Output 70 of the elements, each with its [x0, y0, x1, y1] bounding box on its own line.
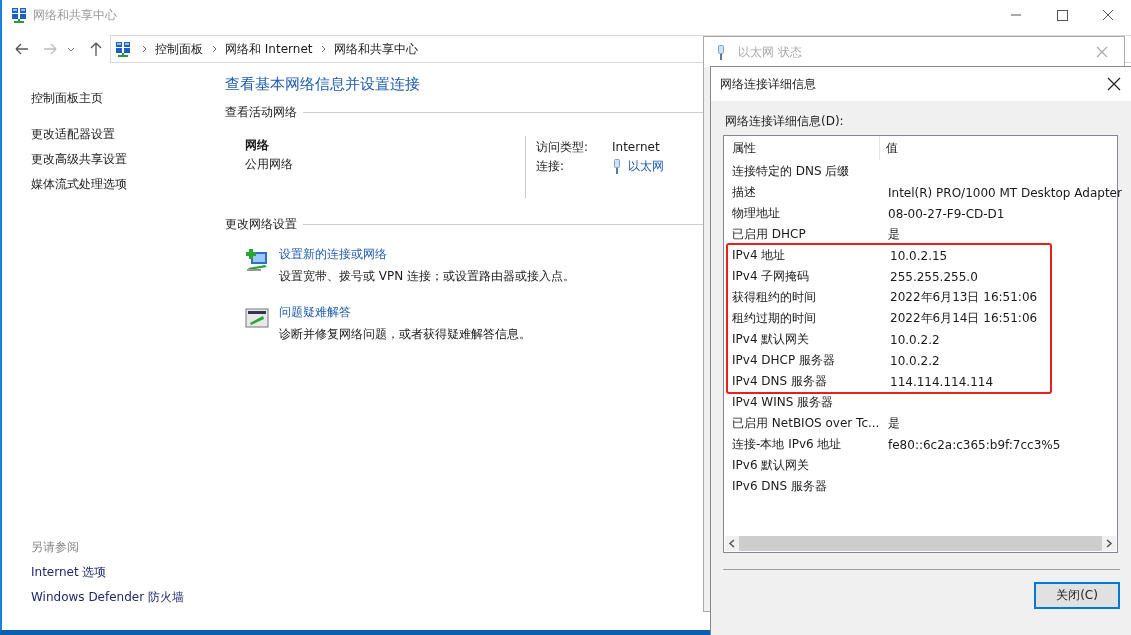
value-cell: 08-00-27-F9-CD-D1	[888, 206, 1005, 221]
property-cell-text: 租约过期的时间	[731, 310, 817, 327]
see-also-link[interactable]: Internet 选项	[31, 560, 225, 585]
property-cell-text: IPv4 地址	[731, 247, 787, 264]
horizontal-scrollbar[interactable]	[725, 536, 1116, 551]
breadcrumb-item[interactable]: 控制面板	[155, 40, 203, 58]
property-cell-text: IPv4 DNS 服务器	[731, 373, 828, 390]
value-cell: 是	[888, 415, 900, 432]
value-cell: 是	[888, 226, 900, 243]
value-cell: 10.0.2.2	[890, 353, 940, 368]
page-heading: 查看基本网络信息并设置连接	[225, 75, 420, 94]
column-header[interactable]: 值	[880, 139, 898, 157]
window-title: 网络和共享中心	[33, 6, 117, 24]
property-cell-text: 连接特定的 DNS 后缀	[731, 163, 851, 180]
breadcrumb-item[interactable]: 网络和共享中心	[334, 40, 419, 58]
property-cell-text: IPv6 默认网关	[731, 457, 811, 474]
close-button[interactable]: 关闭(C)	[1034, 582, 1120, 609]
list-label: 网络连接详细信息(D):	[725, 113, 845, 130]
connection-link[interactable]: 以太网	[628, 157, 664, 176]
sidebar-link[interactable]: 媒体流式处理选项	[31, 172, 225, 197]
column-header[interactable]: 属性	[724, 136, 880, 160]
close-icon[interactable]	[1106, 76, 1122, 92]
field-label: 访问类型:	[536, 139, 590, 156]
value-cell: 255.255.255.0	[890, 269, 978, 284]
chevron-icon[interactable]	[141, 44, 149, 54]
value-cell: 10.0.2.2	[890, 332, 940, 347]
network-icon	[115, 41, 131, 57]
property-cell-text: 已启用 NetBIOS over Tc...	[731, 415, 881, 432]
computer-plus-icon	[245, 249, 269, 271]
sidebar-link[interactable]: 更改适配器设置	[31, 122, 225, 147]
back-arrow-icon[interactable]	[14, 41, 30, 57]
value-cell: fe80::6c2a:c365:b9f:7cc3%5	[888, 437, 1061, 452]
value-cell: 114.114.114.114	[890, 374, 994, 389]
property-cell-text: IPv4 子网掩码	[731, 268, 811, 285]
property-cell-text: IPv4 WINS 服务器	[731, 394, 835, 411]
value-cell: 2022年6月14日 16:51:06	[890, 310, 1038, 327]
property-cell-text: IPv4 默认网关	[731, 331, 811, 348]
property-cell-text: 连接-本地 IPv6 地址	[731, 436, 843, 453]
task-link[interactable]: 问题疑难解答	[279, 305, 351, 319]
network-icon	[11, 7, 27, 23]
value-cell: 10.0.2.15	[890, 248, 948, 263]
dialog-title: 网络连接详细信息	[720, 75, 816, 93]
section-heading: 查看活动网络	[225, 104, 297, 121]
sidebar-link[interactable]: 更改高级共享设置	[31, 147, 225, 172]
network-name: 网络	[245, 137, 270, 154]
see-also-heading: 另请参阅	[31, 539, 80, 556]
task-link[interactable]: 设置新的连接或网络	[279, 247, 387, 261]
network-type: 公用网络	[245, 156, 294, 173]
see-also-link[interactable]: Windows Defender 防火墙	[31, 585, 225, 610]
value-cell: Intel(R) PRO/1000 MT Desktop Adapter	[888, 185, 1122, 200]
property-cell-text: IPv6 DNS 服务器	[731, 478, 828, 495]
sidebar-link[interactable]: 控制面板主页	[31, 86, 225, 111]
property-cell-text: 物理地址	[731, 205, 781, 222]
section-heading: 更改网络设置	[225, 216, 297, 233]
property-cell-text: 获得租约的时间	[731, 289, 817, 306]
up-arrow-icon[interactable]	[88, 41, 104, 57]
task-description: 诊断并修复网络问题，或者获得疑难解答信息。	[279, 326, 531, 343]
ethernet-plug-icon	[612, 159, 622, 174]
task-description: 设置宽带、拨号或 VPN 连接；或设置路由器或接入点。	[279, 268, 576, 285]
dialog-title: 以太网 状态	[738, 43, 802, 61]
value-cell: 2022年6月13日 16:51:06	[890, 289, 1038, 306]
window-wrench-icon	[245, 307, 269, 329]
ethernet-plug-icon	[716, 44, 726, 60]
field-value: Internet	[612, 139, 661, 156]
chevron-icon[interactable]	[211, 44, 219, 54]
breadcrumb-item[interactable]: 网络和 Internet	[225, 40, 313, 58]
property-cell-text: 描述	[731, 184, 757, 201]
property-cell-text: 已启用 DHCP	[731, 226, 807, 243]
field-label: 连接:	[536, 158, 566, 175]
property-cell-text: IPv4 DHCP 服务器	[731, 352, 837, 369]
